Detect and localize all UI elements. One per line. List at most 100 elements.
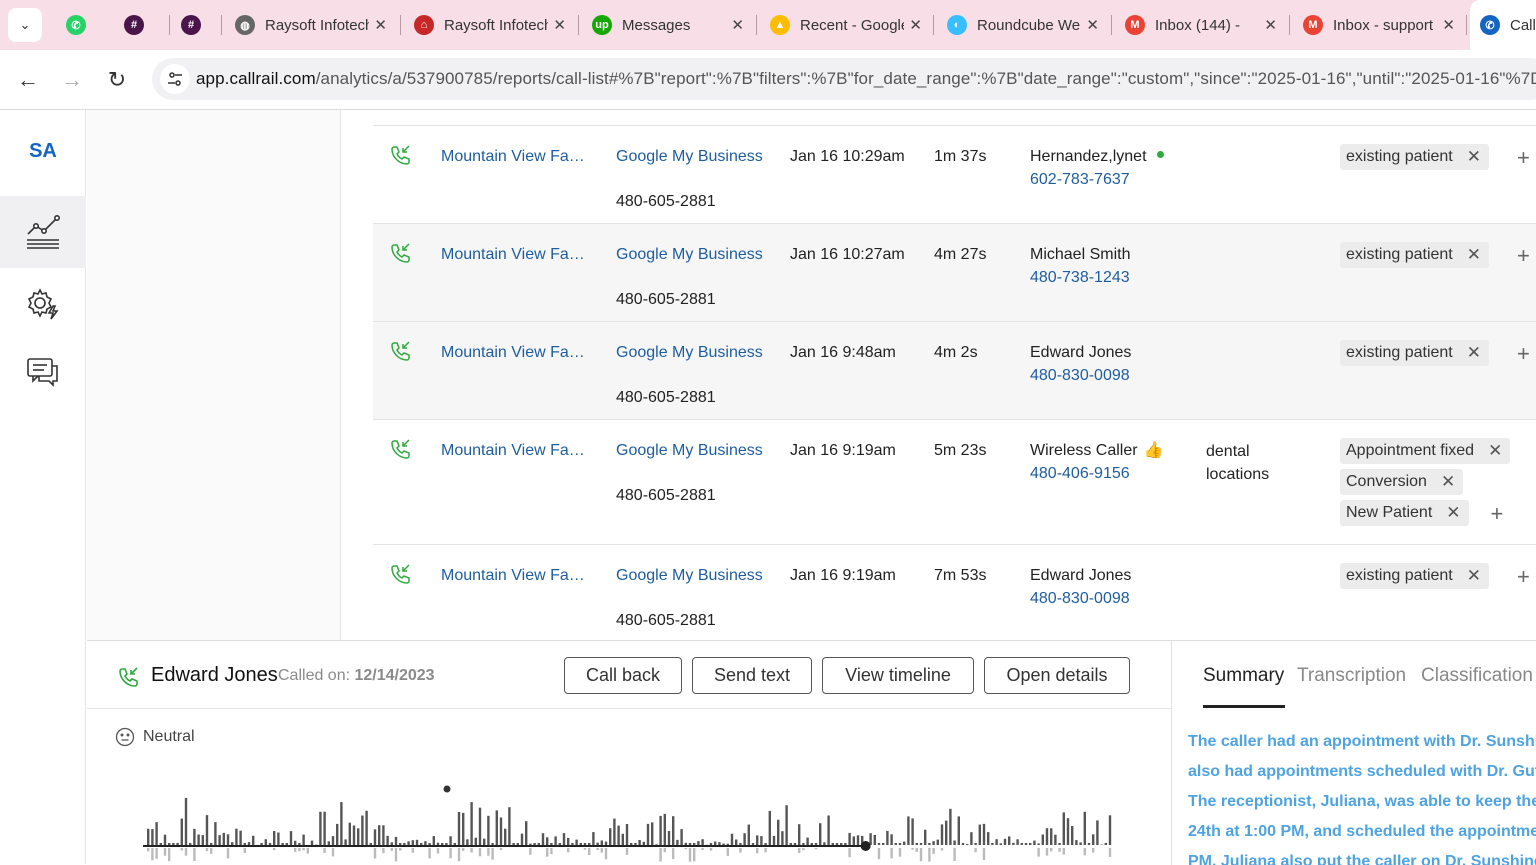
send-text-button[interactable]: Send text [692, 657, 812, 694]
company-link[interactable]: Mountain View Family Dental [441, 565, 591, 587]
tab-classification[interactable]: Classification [1421, 665, 1533, 687]
waveform-bar [168, 848, 170, 861]
add-tag-icon[interactable]: + [1491, 503, 1504, 525]
back-button[interactable]: ← [14, 66, 42, 94]
tab-transcription[interactable]: Transcription [1297, 665, 1406, 687]
remove-tag-icon[interactable]: ✕ [1467, 565, 1481, 587]
browser-tab[interactable]: ▲Recent - Google Drive✕ [760, 0, 932, 50]
source-link[interactable]: Google My Business [616, 244, 763, 266]
waveform-bar [970, 832, 972, 845]
waveform-bar [424, 841, 426, 845]
open-details-button[interactable]: Open details [984, 657, 1130, 694]
tab-title: Messages [622, 17, 726, 34]
source-link[interactable]: Google My Business [616, 440, 763, 462]
waveform-bar [974, 848, 976, 852]
caller-phone-link[interactable]: 480-406-9156 [1030, 463, 1130, 485]
tab-summary[interactable]: Summary [1203, 665, 1284, 687]
account-logo[interactable]: SA [0, 140, 86, 163]
waveform-bar [542, 833, 544, 845]
waveform-bar [328, 841, 330, 845]
table-row[interactable]: Mountain View Family Dental Google My Bus… [373, 545, 1536, 640]
waveform-bar [1004, 839, 1006, 845]
waveform-bar [437, 843, 439, 845]
browser-tab[interactable]: ◐Roundcube Webmail✕ [937, 0, 1109, 50]
table-row[interactable]: Mountain View Family Dental Google My Bus… [373, 126, 1536, 224]
tag-chip[interactable]: Appointment fixed✕ [1340, 438, 1510, 464]
browser-tab[interactable]: ◍Raysoft Infotech✕ [225, 0, 397, 50]
close-tab-icon[interactable]: ✕ [1264, 16, 1277, 34]
tag-chip[interactable]: New Patient✕ [1340, 500, 1469, 526]
add-tag-icon[interactable]: + [1517, 343, 1530, 365]
site-info-icon[interactable] [160, 64, 190, 94]
source-link[interactable]: Google My Business [616, 342, 763, 364]
tag-chip[interactable]: existing patient✕ [1340, 563, 1489, 589]
waveform-bar [399, 843, 401, 845]
browser-tab[interactable]: # [173, 0, 209, 50]
add-tag-icon[interactable]: + [1517, 566, 1530, 588]
forward-button[interactable]: → [58, 66, 86, 94]
add-tag-icon[interactable]: + [1517, 245, 1530, 267]
waveform-marker[interactable] [444, 786, 451, 793]
company-link[interactable]: Mountain View Family Dental [441, 342, 591, 364]
audio-waveform[interactable] [143, 781, 1113, 865]
caller-phone-link[interactable]: 602-783-7637 [1030, 169, 1130, 191]
reload-button[interactable]: ↻ [103, 66, 131, 94]
address-bar[interactable]: app.callrail.com/analytics/a/537900785/r… [152, 58, 1536, 100]
table-row[interactable]: Mountain View Family Dental Google My Bus… [373, 224, 1536, 322]
caller-phone-link[interactable]: 480-830-0098 [1030, 365, 1130, 387]
tag-chip[interactable]: existing patient✕ [1340, 340, 1489, 366]
close-tab-icon[interactable]: ✕ [731, 16, 744, 34]
company-link[interactable]: Mountain View Family Dental [441, 440, 591, 462]
waveform-bar [554, 836, 556, 845]
browser-tab[interactable]: MInbox (144) -✕ [1115, 0, 1287, 50]
company-link[interactable]: Mountain View Family Dental [441, 146, 591, 168]
slack-icon: # [124, 15, 144, 35]
caller-phone-link[interactable]: 480-830-0098 [1030, 588, 1130, 610]
remove-tag-icon[interactable]: ✕ [1467, 342, 1481, 364]
remove-tag-icon[interactable]: ✕ [1467, 146, 1481, 168]
tab-search-button[interactable]: ⌄ [8, 8, 42, 42]
waveform-bar [752, 843, 754, 845]
waveform-bar [437, 848, 439, 854]
close-tab-icon[interactable]: ✕ [1086, 16, 1099, 34]
waveform-bar [1033, 841, 1035, 845]
waveform-bar [1016, 839, 1018, 845]
waveform-bar [693, 843, 695, 845]
close-tab-icon[interactable]: ✕ [553, 16, 566, 34]
caller-phone-link[interactable]: 480-738-1243 [1030, 267, 1130, 289]
browser-tab[interactable]: ✆ [58, 0, 94, 50]
playhead-handle[interactable] [861, 841, 871, 851]
waveform-bar [462, 848, 464, 851]
table-row[interactable]: Mountain View Family Dental Google My Bus… [373, 420, 1536, 545]
source-link[interactable]: Google My Business [616, 146, 763, 168]
table-row[interactable]: Mountain View Family Dental Google My Bus… [373, 322, 1536, 420]
tag-chip[interactable]: existing patient✕ [1340, 144, 1489, 170]
view-timeline-button[interactable]: View timeline [822, 657, 974, 694]
source-link[interactable]: Google My Business [616, 565, 763, 587]
tag-chip[interactable]: existing patient✕ [1340, 242, 1489, 268]
remove-tag-icon[interactable]: ✕ [1441, 471, 1455, 493]
browser-tab[interactable]: upMessages✕ [582, 0, 754, 50]
browser-tab[interactable]: MInbox - support✕ [1293, 0, 1465, 50]
browser-tab[interactable]: ⌂Raysoft Infotech✕ [404, 0, 576, 50]
sidebar-item-conversations[interactable] [0, 336, 86, 408]
browser-tab[interactable]: ✆Call [1470, 0, 1536, 50]
close-tab-icon[interactable]: ✕ [909, 16, 922, 34]
settings-bolt-icon [25, 286, 61, 322]
tracking-number: 480-605-2881 [616, 387, 716, 409]
waveform-bar [920, 843, 922, 845]
close-tab-icon[interactable]: ✕ [374, 16, 387, 34]
remove-tag-icon[interactable]: ✕ [1488, 440, 1502, 462]
close-tab-icon[interactable]: ✕ [1442, 16, 1455, 34]
caller-name: Edward Jones [151, 664, 278, 687]
waveform-bar [634, 843, 636, 845]
company-link[interactable]: Mountain View Family Dental [441, 244, 591, 266]
remove-tag-icon[interactable]: ✕ [1446, 502, 1460, 524]
call-back-button[interactable]: Call back [564, 657, 682, 694]
remove-tag-icon[interactable]: ✕ [1467, 244, 1481, 266]
browser-tab[interactable]: # [116, 0, 152, 50]
sidebar-item-analytics[interactable] [0, 196, 86, 268]
add-tag-icon[interactable]: + [1517, 147, 1530, 169]
sidebar-item-settings[interactable] [0, 268, 86, 340]
tag-chip[interactable]: Conversion✕ [1340, 469, 1463, 495]
